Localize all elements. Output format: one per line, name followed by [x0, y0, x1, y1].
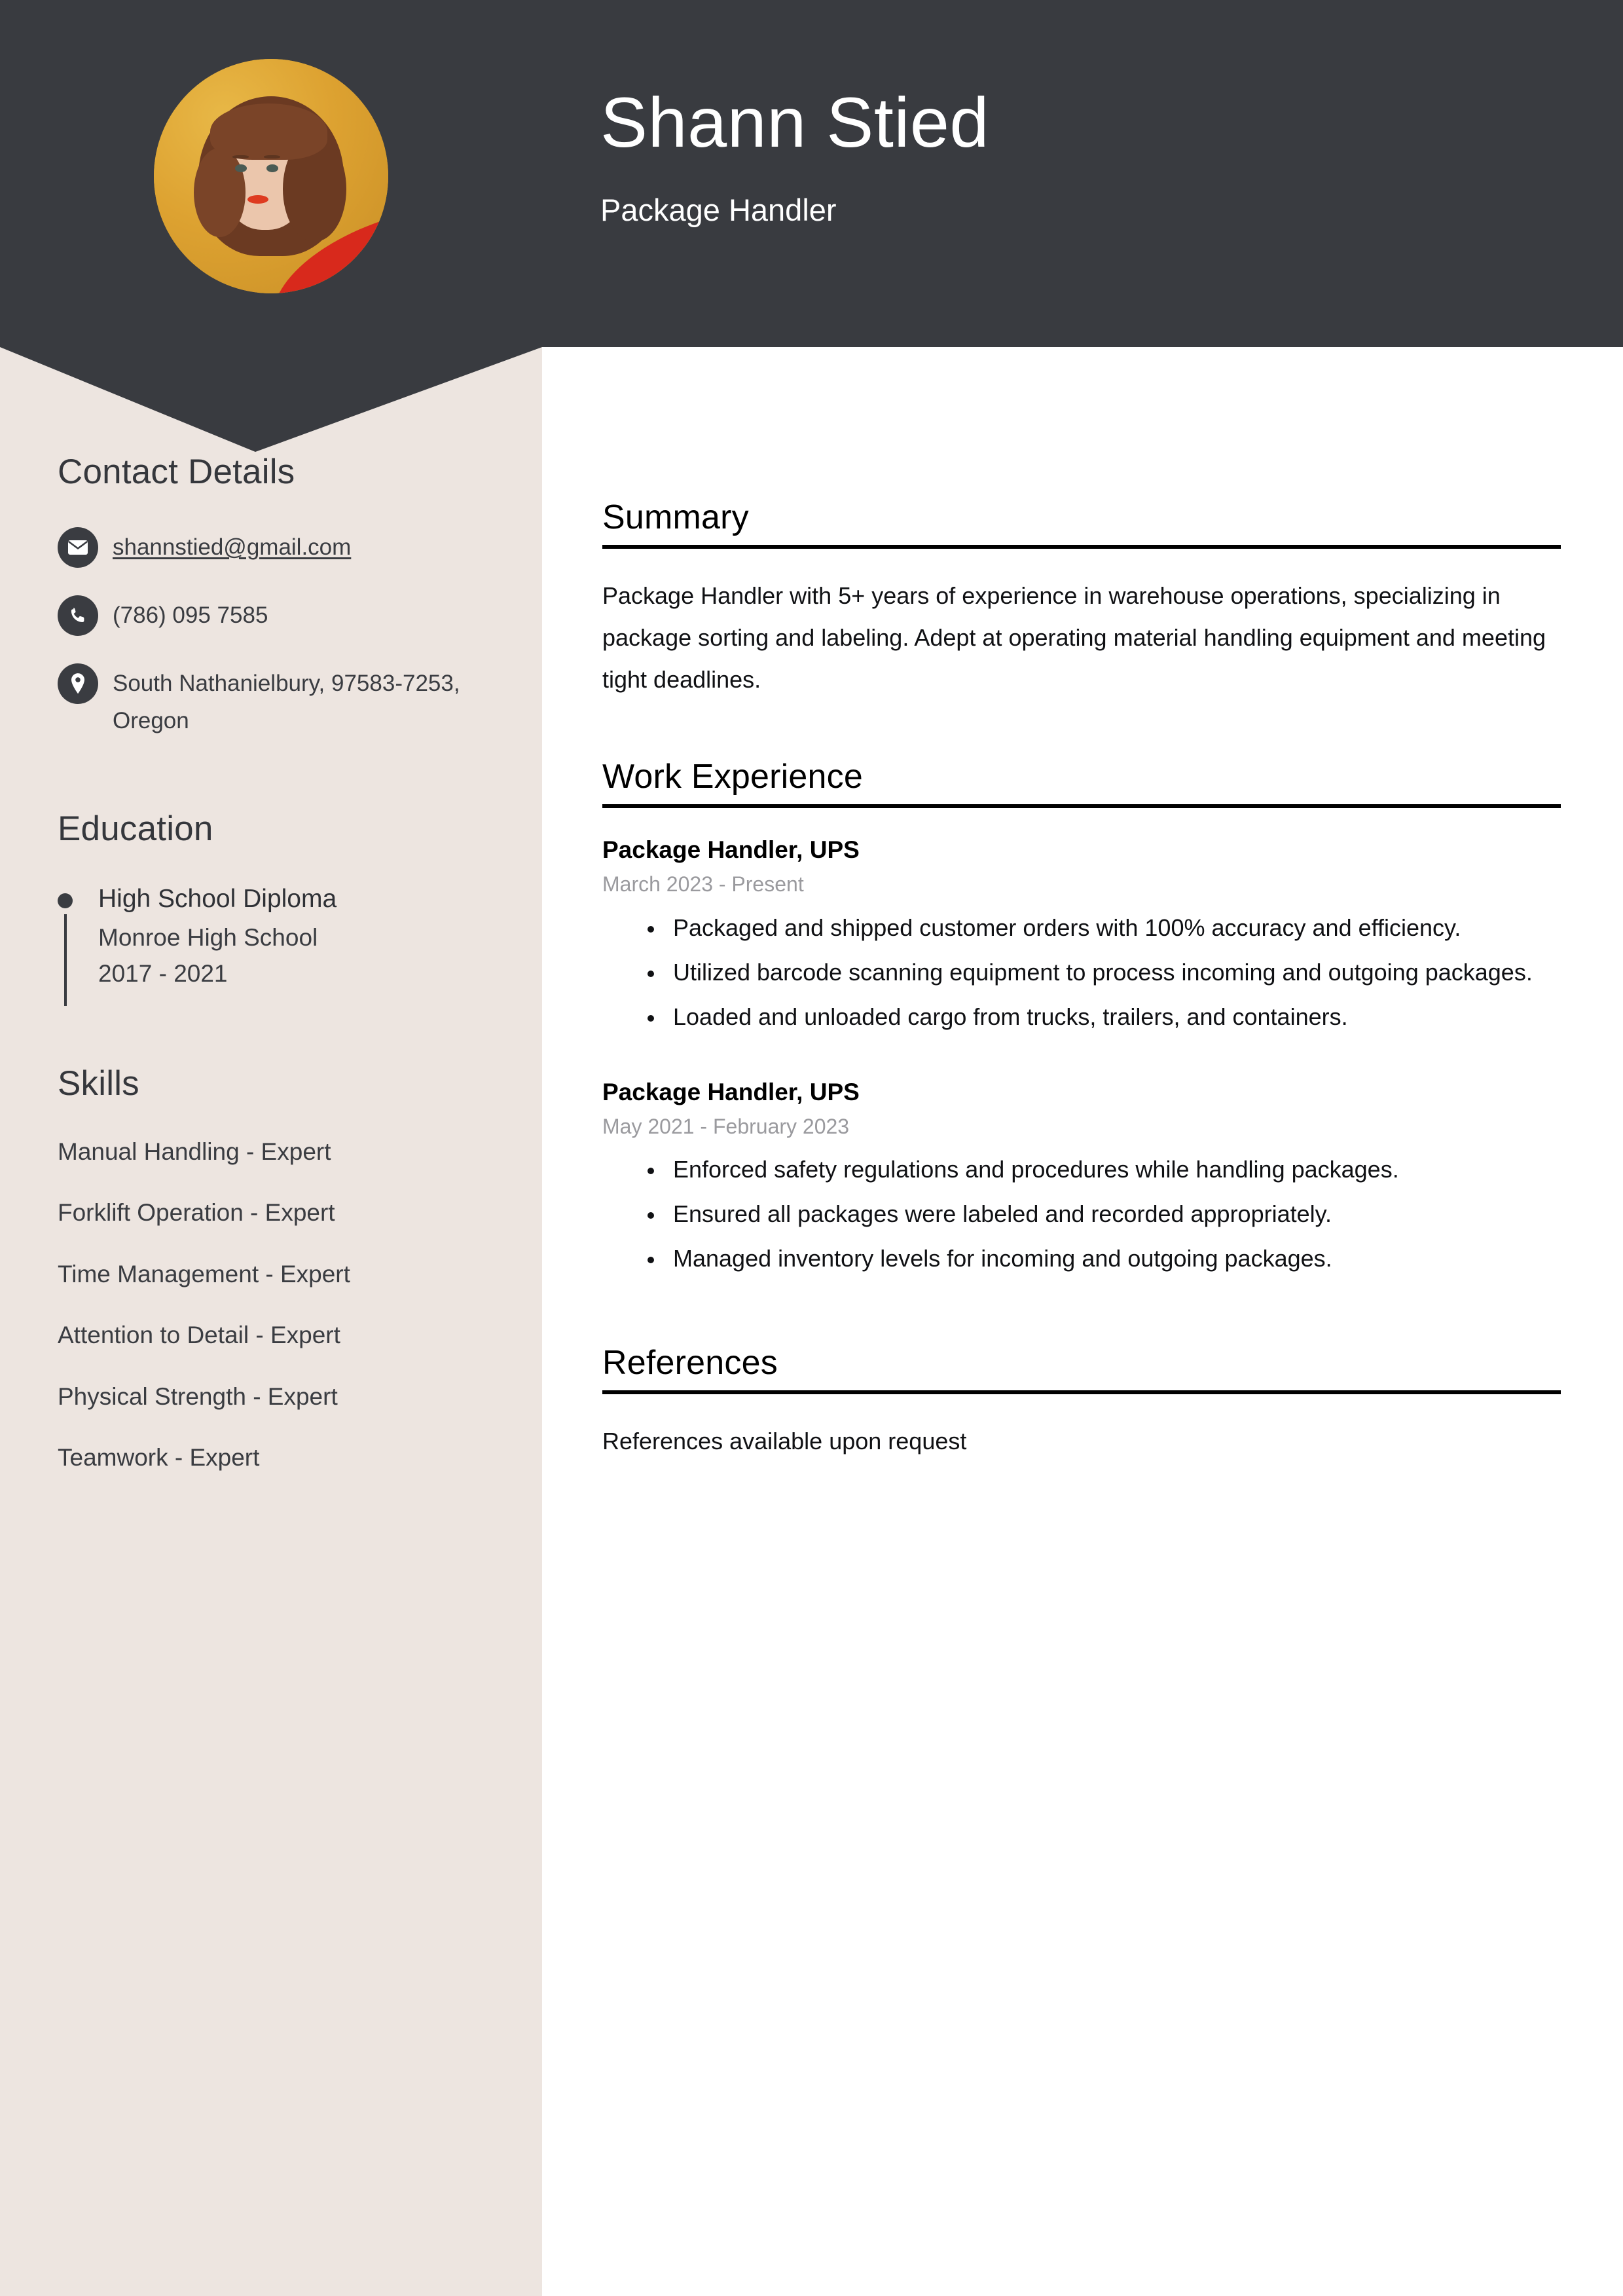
timeline-dot-icon: [58, 893, 73, 909]
education-school: Monroe High School: [98, 924, 318, 952]
timeline-line: [64, 914, 67, 1007]
list-item: Ensured all packages were labeled and re…: [665, 1194, 1561, 1234]
summary-text: Package Handler with 5+ years of experie…: [602, 582, 1546, 694]
contact-list: shannstied@gmail.com (786) 095 7585 Sout…: [58, 526, 495, 739]
contact-phone-value[interactable]: (786) 095 7585: [113, 594, 268, 635]
identity-block: Shann Stied Package Handler: [600, 85, 989, 229]
list-item: Forklift Operation - Expert: [58, 1199, 335, 1227]
summary-section: Summary Package Handler with 5+ years of…: [602, 498, 1561, 701]
contact-email-value[interactable]: shannstied@gmail.com: [113, 526, 351, 566]
contact-item-phone[interactable]: (786) 095 7585: [58, 594, 495, 636]
avatar: [154, 59, 388, 293]
skills-heading: Skills: [58, 1064, 139, 1103]
location-pin-icon: [58, 663, 98, 704]
job-entry: Package Handler, UPS March 2023 - Presen…: [602, 834, 1561, 1037]
job-dates: May 2021 - February 2023: [602, 1114, 850, 1138]
resume-page: Shann Stied Package Handler Contact Deta…: [0, 0, 1623, 2296]
summary-heading: Summary: [602, 498, 749, 536]
list-item: Loaded and unloaded cargo from trucks, t…: [665, 997, 1561, 1037]
job-bullet-list: Enforced safety regulations and procedur…: [602, 1149, 1561, 1279]
references-heading: References: [602, 1344, 778, 1382]
avatar-hair-left: [193, 148, 246, 238]
list-item: Teamwork - Expert: [58, 1443, 260, 1471]
education-dates: 2017 - 2021: [98, 960, 228, 988]
contact-address-value[interactable]: South Nathanielbury, 97583-7253, Oregon: [113, 662, 495, 739]
main-content: Summary Package Handler with 5+ years of…: [602, 498, 1561, 1462]
candidate-name: Shann Stied: [600, 83, 989, 162]
avatar-brow-left: [232, 155, 249, 159]
section-divider: [602, 804, 1561, 809]
avatar-brow-right: [264, 155, 281, 159]
job-entry: Package Handler, UPS May 2021 - February…: [602, 1077, 1561, 1279]
education-item: High School Diploma Monroe High School 2…: [58, 883, 495, 1007]
list-item: Physical Strength - Expert: [58, 1382, 338, 1410]
phone-icon: [58, 595, 98, 636]
avatar-lips: [247, 194, 269, 204]
candidate-role: Package Handler: [600, 193, 837, 228]
list-item: Time Management - Expert: [58, 1260, 350, 1287]
job-bullet-list: Packaged and shipped customer orders wit…: [602, 908, 1561, 1037]
references-section: References References available upon req…: [602, 1343, 1561, 1462]
job-title: Package Handler, UPS: [602, 1078, 860, 1105]
envelope-icon: [58, 527, 98, 568]
job-title: Package Handler, UPS: [602, 836, 860, 864]
list-item: Utilized barcode scanning equipment to p…: [665, 952, 1561, 993]
contact-item-address[interactable]: South Nathanielbury, 97583-7253, Oregon: [58, 662, 495, 739]
sidebar: Contact Details shannstied@gmail.com (78…: [0, 452, 542, 1504]
list-item: Enforced safety regulations and procedur…: [665, 1149, 1561, 1190]
section-divider: [602, 545, 1561, 549]
list-item: Packaged and shipped customer orders wit…: [665, 908, 1561, 948]
education-heading: Education: [58, 809, 213, 849]
work-experience-section: Work Experience Package Handler, UPS Mar…: [602, 757, 1561, 1279]
work-experience-heading: Work Experience: [602, 758, 863, 796]
list-item: Manual Handling - Expert: [58, 1138, 331, 1165]
skills-list: Manual Handling - Expert Forklift Operat…: [58, 1138, 495, 1472]
section-divider: [602, 1390, 1561, 1395]
list-item: Managed inventory levels for incoming an…: [665, 1238, 1561, 1279]
contact-item-email[interactable]: shannstied@gmail.com: [58, 526, 495, 568]
job-dates: March 2023 - Present: [602, 872, 804, 897]
education-degree: High School Diploma: [98, 885, 337, 914]
references-text: References available upon request: [602, 1428, 967, 1455]
contact-details-heading: Contact Details: [58, 453, 295, 491]
avatar-fringe: [210, 103, 327, 160]
list-item: Attention to Detail - Expert: [58, 1322, 340, 1349]
